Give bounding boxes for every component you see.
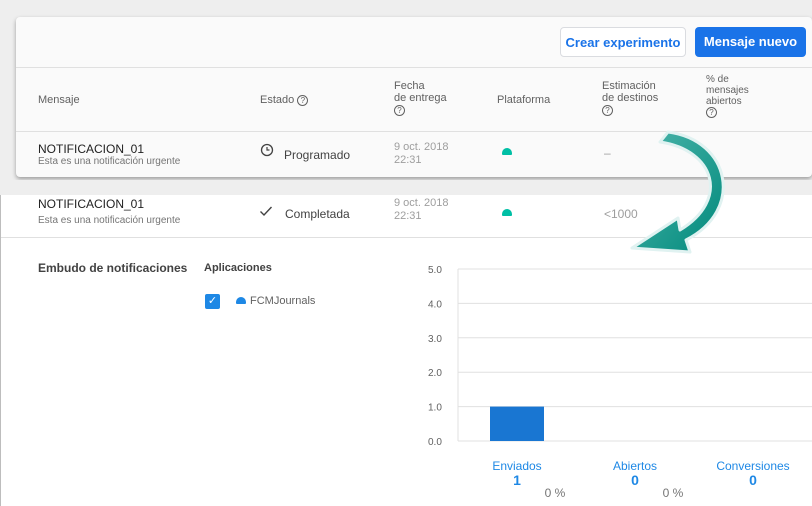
- y-tick-label: 2.0: [428, 368, 442, 379]
- curved-arrow-icon: [630, 130, 725, 254]
- category-value: 1: [513, 472, 521, 488]
- y-tick-label: 0.0: [428, 437, 442, 448]
- bar: [490, 406, 544, 441]
- category-label: Conversiones: [716, 459, 789, 473]
- category-label: Enviados: [492, 459, 541, 473]
- conversion-percentage: 0 %: [545, 486, 566, 500]
- conversion-percentage: 0 %: [663, 486, 684, 500]
- y-tick-label: 1.0: [428, 403, 442, 414]
- category-value: 0: [749, 472, 757, 488]
- y-tick-label: 3.0: [428, 334, 442, 345]
- y-tick-label: 5.0: [428, 265, 442, 276]
- category-value: 0: [631, 472, 639, 488]
- y-tick-label: 4.0: [428, 299, 442, 310]
- category-label: Abiertos: [613, 459, 657, 473]
